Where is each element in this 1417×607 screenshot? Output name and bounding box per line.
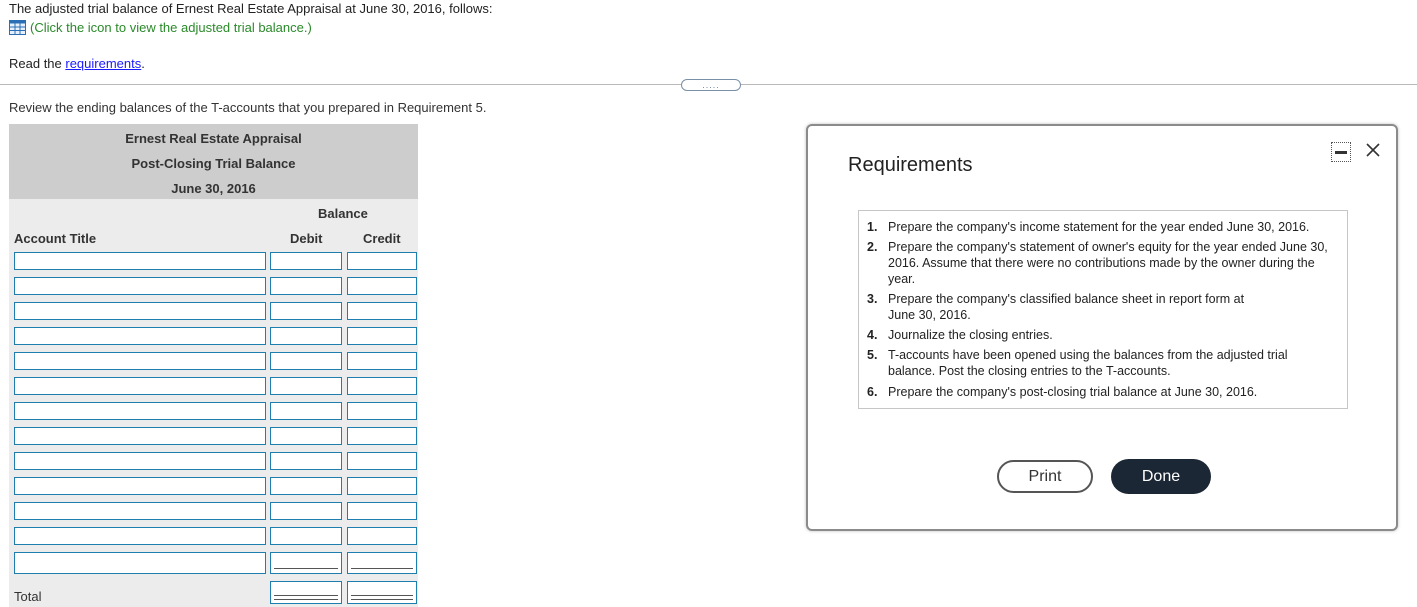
requirement-number: 5. xyxy=(867,348,878,362)
read-suffix: . xyxy=(141,56,145,71)
requirement-text: T-accounts have been opened using the ba… xyxy=(888,348,1288,378)
account-title-input[interactable] xyxy=(14,527,266,545)
requirement-item: 6. Prepare the company's post-closing tr… xyxy=(867,384,1337,400)
total-label: Total xyxy=(14,589,42,604)
click-instruction: (Click the icon to view the adjusted tri… xyxy=(30,20,312,35)
company-name: Ernest Real Estate Appraisal xyxy=(125,131,302,146)
account-title-input[interactable] xyxy=(14,552,266,574)
trial-balance-header: Ernest Real Estate Appraisal Post-Closin… xyxy=(9,124,418,199)
debit-input[interactable] xyxy=(270,277,342,295)
requirement-number: 1. xyxy=(867,220,878,234)
print-button[interactable]: Print xyxy=(997,460,1093,493)
total-debit-input[interactable] xyxy=(270,581,342,604)
dialog-title: Requirements xyxy=(848,154,973,176)
debit-header: Debit xyxy=(290,231,323,246)
minimize-icon xyxy=(1335,150,1347,154)
credit-input[interactable] xyxy=(347,377,417,395)
view-adjusted-trial-balance-link[interactable]: (Click the icon to view the adjusted tri… xyxy=(9,20,312,35)
credit-input[interactable] xyxy=(347,352,417,370)
account-title-input[interactable] xyxy=(14,427,266,445)
account-title-header: Account Title xyxy=(14,231,97,246)
account-title-input[interactable] xyxy=(14,452,266,470)
credit-input[interactable] xyxy=(347,402,417,420)
debit-input[interactable] xyxy=(270,527,342,545)
requirements-list: 1. Prepare the company's income statemen… xyxy=(858,210,1348,409)
debit-input[interactable] xyxy=(270,427,342,445)
requirement-item: 4. Journalize the closing entries. xyxy=(867,327,1337,343)
account-title-input[interactable] xyxy=(14,302,266,320)
requirement-item: 1. Prepare the company's income statemen… xyxy=(867,219,1337,235)
account-title-input[interactable] xyxy=(14,277,266,295)
requirement-item: 3. Prepare the company's classified bala… xyxy=(867,291,1337,323)
debit-input[interactable] xyxy=(270,552,342,574)
requirement-item: 2. Prepare the company's statement of ow… xyxy=(867,239,1337,287)
credit-input[interactable] xyxy=(347,527,417,545)
requirements-link[interactable]: requirements xyxy=(65,56,141,71)
credit-input[interactable] xyxy=(347,302,417,320)
requirement-text: Prepare the company's statement of owner… xyxy=(888,240,1328,286)
debit-input[interactable] xyxy=(270,302,342,320)
close-icon xyxy=(1366,143,1380,157)
requirement-text: Journalize the closing entries. xyxy=(888,328,1053,342)
account-title-input[interactable] xyxy=(14,327,266,345)
account-title-input[interactable] xyxy=(14,402,266,420)
debit-input[interactable] xyxy=(270,327,342,345)
credit-input[interactable] xyxy=(347,427,417,445)
account-title-input[interactable] xyxy=(14,352,266,370)
requirement-text: Prepare the company's post-closing trial… xyxy=(888,385,1258,399)
debit-input[interactable] xyxy=(270,352,342,370)
close-button[interactable] xyxy=(1363,140,1383,160)
read-requirements-line: Read the requirements. xyxy=(9,56,145,71)
credit-input[interactable] xyxy=(347,277,417,295)
account-title-input[interactable] xyxy=(14,477,266,495)
intro-text: The adjusted trial balance of Ernest Rea… xyxy=(9,1,493,16)
requirement-number: 2. xyxy=(867,240,878,254)
debit-input[interactable] xyxy=(270,502,342,520)
requirement-number: 3. xyxy=(867,292,878,306)
requirement-text: Prepare the company's classified balance… xyxy=(888,292,1245,322)
requirement-number: 6. xyxy=(867,385,878,399)
read-prefix: Read the xyxy=(9,56,66,71)
credit-input[interactable] xyxy=(347,252,417,270)
table-icon[interactable] xyxy=(9,20,26,35)
account-title-input[interactable] xyxy=(14,377,266,395)
balance-header: Balance xyxy=(318,206,368,221)
credit-input[interactable] xyxy=(347,552,417,574)
divider-expand-handle[interactable]: ..... xyxy=(681,79,741,91)
debit-input[interactable] xyxy=(270,402,342,420)
credit-input[interactable] xyxy=(347,327,417,345)
account-title-input[interactable] xyxy=(14,502,266,520)
requirement-text: Prepare the company's income statement f… xyxy=(888,220,1310,234)
account-title-input[interactable] xyxy=(14,252,266,270)
requirement-item: 5. T-accounts have been opened using the… xyxy=(867,347,1337,379)
review-instruction: Review the ending balances of the T-acco… xyxy=(9,100,487,115)
done-button[interactable]: Done xyxy=(1111,459,1211,494)
debit-input[interactable] xyxy=(270,477,342,495)
credit-input[interactable] xyxy=(347,452,417,470)
statement-date: June 30, 2016 xyxy=(171,181,256,196)
debit-input[interactable] xyxy=(270,377,342,395)
minimize-button[interactable] xyxy=(1331,142,1351,162)
credit-header: Credit xyxy=(363,231,401,246)
debit-input[interactable] xyxy=(270,252,342,270)
total-credit-input[interactable] xyxy=(347,581,417,604)
statement-title: Post-Closing Trial Balance xyxy=(131,156,296,171)
debit-input[interactable] xyxy=(270,452,342,470)
credit-input[interactable] xyxy=(347,477,417,495)
requirement-number: 4. xyxy=(867,328,878,342)
credit-input[interactable] xyxy=(347,502,417,520)
